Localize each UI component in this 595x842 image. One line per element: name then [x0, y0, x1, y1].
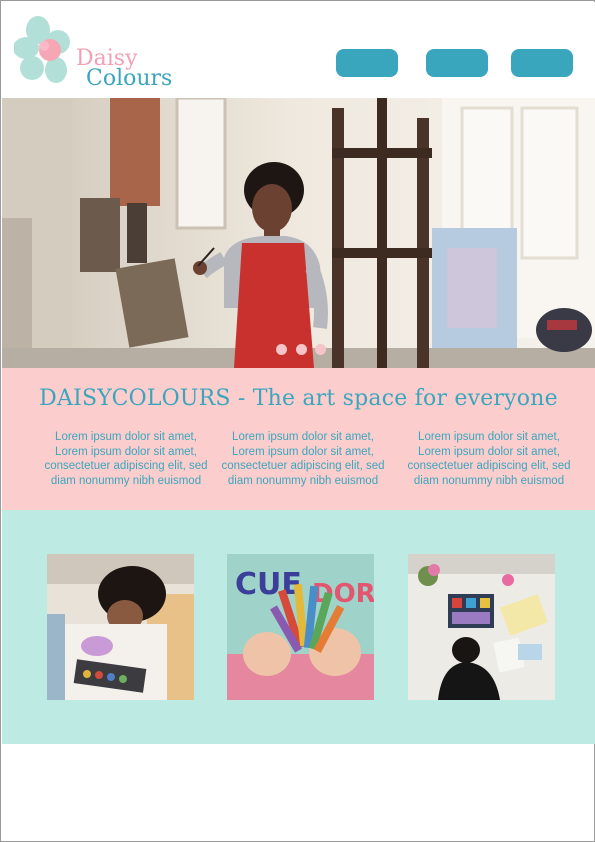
- intro-column-3: Lorem ipsum dolor sit amet, Lorem ipsum …: [407, 431, 571, 487]
- logo-name-line2: Colours: [86, 66, 173, 91]
- carousel-dots: [2, 344, 595, 355]
- artist-painting-photo: [2, 98, 595, 368]
- crayons-in-hands-photo: CUE DOR: [227, 554, 374, 700]
- intro-column-1: Lorem ipsum dolor sit amet, Lorem ipsum …: [44, 431, 208, 487]
- nav-button-3[interactable]: [511, 49, 573, 77]
- svg-text:CUE: CUE: [235, 567, 302, 602]
- intro-title: DAISYCOLOURS - The art space for everyon…: [39, 386, 558, 411]
- carousel-dot-2[interactable]: [296, 344, 307, 355]
- logo[interactable]: Daisy Colours: [13, 12, 174, 92]
- carousel-dot-3[interactable]: [315, 344, 326, 355]
- gallery-image-1[interactable]: [47, 554, 194, 700]
- gallery-image-3[interactable]: [408, 554, 555, 700]
- logo-text: Daisy Colours: [76, 48, 172, 90]
- child-painting-photo: [47, 554, 194, 700]
- intro-column-2: Lorem ipsum dolor sit amet, Lorem ipsum …: [221, 431, 385, 487]
- hero-banner: [2, 98, 595, 368]
- daisy-flower-icon: [13, 16, 70, 83]
- intro-section: DAISYCOLOURS - The art space for everyon…: [2, 368, 595, 510]
- site-header: Daisy Colours: [2, 2, 595, 98]
- artist-desk-overhead-photo: [408, 554, 555, 700]
- nav-button-2[interactable]: [426, 49, 488, 77]
- gallery-section: CUE DOR: [2, 510, 595, 744]
- nav-button-1[interactable]: [336, 49, 398, 77]
- page: Daisy Colours DAISYCOLOURS - The art spa…: [0, 0, 595, 842]
- gallery-image-2[interactable]: CUE DOR: [227, 554, 374, 700]
- carousel-dot-1[interactable]: [276, 344, 287, 355]
